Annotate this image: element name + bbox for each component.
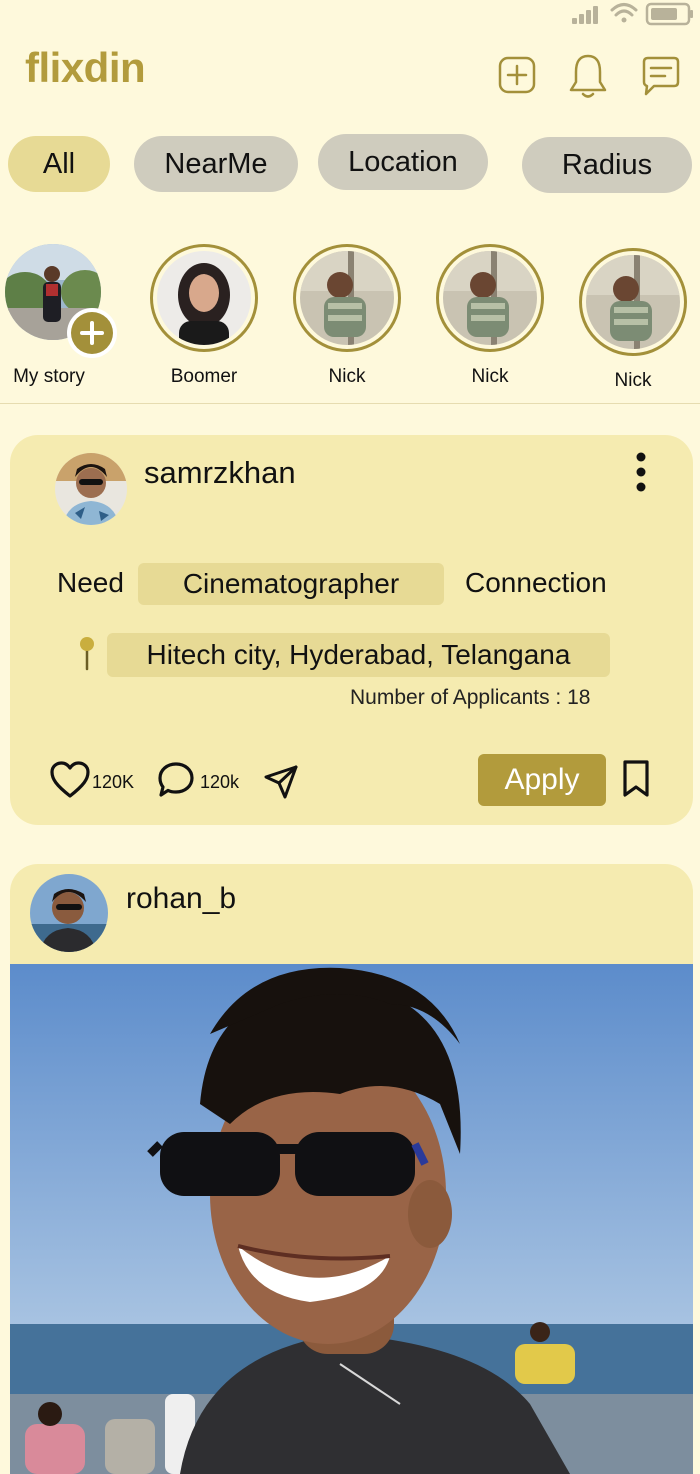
- comments-count: 120k: [200, 772, 240, 792]
- avatar: [586, 255, 680, 349]
- post-image[interactable]: [10, 964, 693, 1474]
- story-ring: [293, 244, 401, 352]
- wifi-icon: [610, 3, 638, 23]
- more-options-icon[interactable]: [630, 451, 652, 495]
- story-label: Boomer: [170, 366, 238, 387]
- post-card: rohan_b: [10, 864, 693, 1474]
- avatar: [443, 251, 537, 345]
- app-logo: flixdin: [25, 44, 146, 91]
- heart-icon[interactable]: [50, 761, 90, 799]
- status-bar: [572, 2, 693, 26]
- signal-icon: [572, 6, 598, 24]
- story-label: Nick: [328, 366, 366, 387]
- add-post-icon[interactable]: [496, 52, 540, 100]
- story-nick-3[interactable]: Nick: [579, 248, 687, 391]
- story-label: Nick: [471, 366, 509, 387]
- story-nick-1[interactable]: Nick: [293, 244, 401, 387]
- story-label: Nick: [614, 370, 652, 391]
- filter-chip-radius[interactable]: Radius: [522, 137, 692, 193]
- story-my-story[interactable]: My story: [5, 244, 117, 387]
- likes-count: 120K: [92, 772, 135, 792]
- avatar[interactable]: [30, 874, 108, 952]
- add-story-button[interactable]: [67, 308, 117, 358]
- chat-icon[interactable]: [638, 52, 682, 100]
- post-card: samrzkhan Need Cinematographer Connectio…: [10, 435, 693, 825]
- filter-chip-location[interactable]: Location: [318, 134, 488, 190]
- role-tag: Cinematographer: [138, 563, 444, 605]
- plus-icon: [71, 312, 113, 354]
- apply-button[interactable]: Apply: [478, 754, 606, 806]
- story-boomer[interactable]: Boomer: [150, 244, 258, 387]
- story-ring: [436, 244, 544, 352]
- story-nick-2[interactable]: Nick: [436, 244, 544, 387]
- connection-label: Connection: [465, 567, 607, 598]
- story-ring: [579, 248, 687, 356]
- avatar: [157, 251, 251, 345]
- post-username[interactable]: samrzkhan: [144, 455, 296, 491]
- post-username[interactable]: rohan_b: [126, 882, 236, 916]
- bell-icon[interactable]: [566, 52, 610, 100]
- filter-chip-all[interactable]: All: [8, 136, 110, 192]
- location-pin-icon: [80, 637, 94, 671]
- avatar[interactable]: [55, 453, 127, 525]
- comment-icon[interactable]: [157, 761, 195, 799]
- location-tag: Hitech city, Hyderabad, Telangana: [107, 633, 610, 677]
- story-ring: [150, 244, 258, 352]
- applicants-count: Number of Applicants : 18: [350, 686, 591, 709]
- battery-icon: [645, 2, 693, 26]
- share-icon[interactable]: [262, 763, 300, 801]
- bookmark-icon[interactable]: [620, 759, 652, 799]
- avatar: [300, 251, 394, 345]
- divider: [0, 403, 700, 404]
- filter-chip-nearme[interactable]: NearMe: [134, 136, 298, 192]
- need-label: Need: [57, 567, 124, 598]
- story-label: My story: [13, 366, 85, 387]
